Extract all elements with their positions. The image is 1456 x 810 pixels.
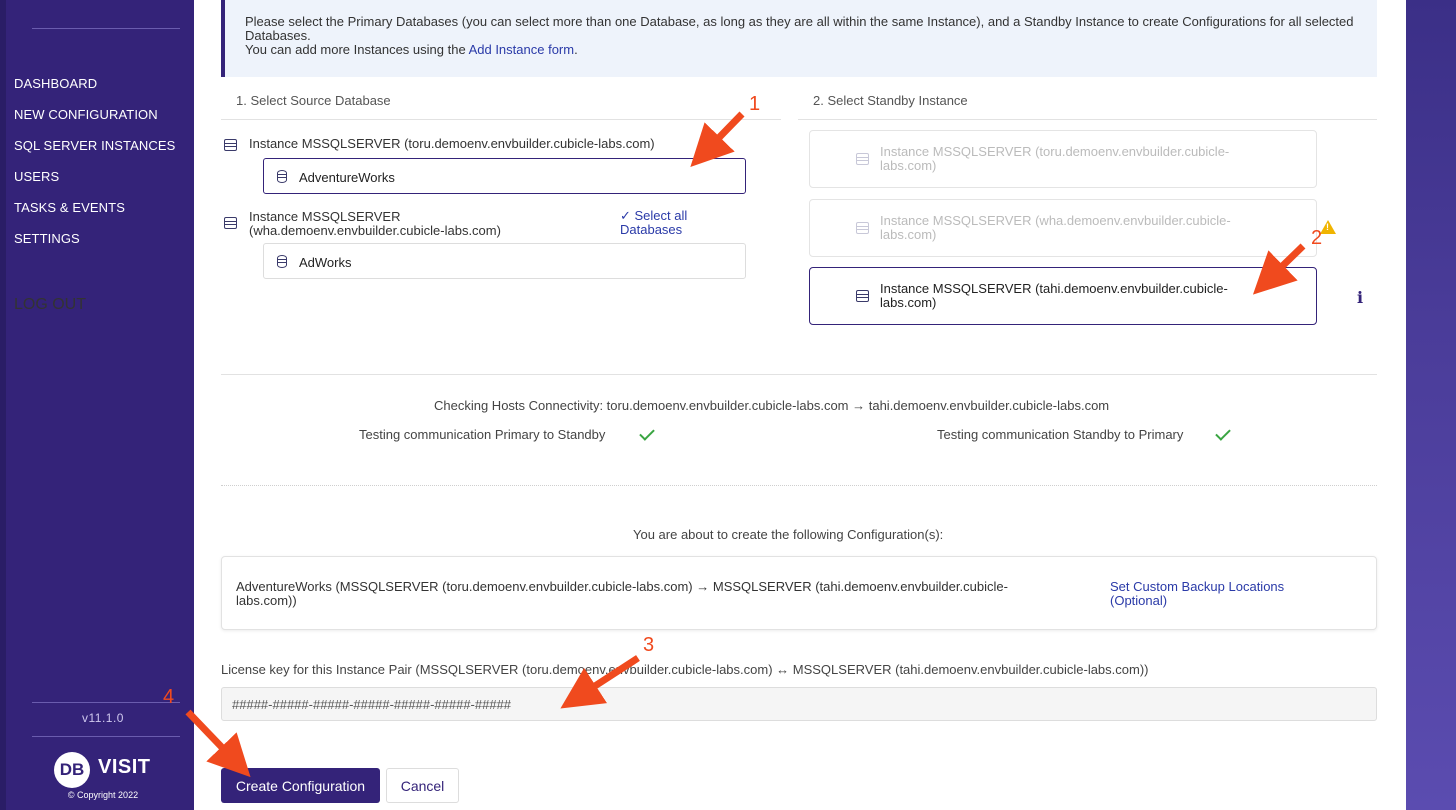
nav-tasks-events[interactable]: TASKS & EVENTS [14, 198, 175, 229]
nav-dashboard[interactable]: DASHBOARD [14, 74, 175, 105]
nav-settings[interactable]: SETTINGS [14, 229, 175, 260]
server-icon [856, 290, 869, 302]
standby-to-primary-status: Testing communication Standby to Primary [937, 427, 1184, 442]
database-option-adventureworks[interactable]: AdventureWorks [263, 158, 746, 194]
source-instance-label: Instance MSSQLSERVER (wha.demoenv.envbui… [249, 210, 501, 238]
backup-link-line2: (Optional) [1110, 593, 1168, 608]
configuration-desc-line2: labs.com)) [236, 593, 297, 608]
annotation-number: 3 [643, 634, 655, 656]
background-panel [1406, 0, 1456, 810]
nav-logout[interactable]: LOG OUT [14, 296, 86, 314]
warning-icon[interactable]: ! [1320, 220, 1336, 234]
create-configuration-button[interactable]: Create Configuration [221, 768, 380, 803]
database-option-adworks[interactable]: AdWorks [263, 243, 746, 279]
info-icon[interactable]: i [1357, 288, 1363, 307]
database-name: AdventureWorks [299, 170, 395, 185]
annotation-number: 4 [163, 686, 175, 708]
info-line2-suffix: . [574, 42, 578, 57]
info-line1: Please select the Primary Databases (you… [245, 14, 1354, 43]
license-key-label: License key for this Instance Pair (MSSQ… [221, 662, 1149, 677]
standby-label-line1: Instance MSSQLSERVER (wha.demoenv.envbui… [880, 213, 1231, 228]
cancel-button[interactable]: Cancel [386, 768, 459, 803]
server-icon [856, 222, 869, 234]
add-instance-link[interactable]: Add Instance form [469, 42, 575, 57]
select-all-line1: ✓ Select all [620, 208, 688, 223]
sidebar-nav: DASHBOARD NEW CONFIGURATION SQL SERVER I… [14, 74, 175, 260]
source-instance-line1: Instance MSSQLSERVER [249, 209, 401, 224]
nav-new-configuration[interactable]: NEW CONFIGURATION [14, 105, 175, 136]
divider [221, 485, 1377, 486]
logo-initials: DB [54, 752, 90, 788]
standby-label: Instance MSSQLSERVER (tahi.demoenv.envbu… [880, 282, 1260, 310]
standby-label: Instance MSSQLSERVER (wha.demoenv.envbui… [880, 214, 1260, 242]
source-step-label: 1. Select Source Database [236, 93, 391, 108]
server-icon [856, 153, 869, 165]
configuration-card: AdventureWorks (MSSQLSERVER (toru.demoen… [221, 556, 1377, 630]
info-line2-prefix: You can add more Instances using the [245, 42, 469, 57]
standby-label: Instance MSSQLSERVER (toru.demoenv.envbu… [880, 145, 1260, 173]
check-icon [639, 425, 655, 441]
info-line2: You can add more Instances using the Add… [245, 43, 1357, 57]
standby-step-label: 2. Select Standby Instance [813, 93, 968, 108]
backup-link-line1: Set Custom Backup Locations [1110, 579, 1285, 594]
configuration-desc-line1: AdventureWorks (MSSQLSERVER (toru.demoen… [236, 579, 1008, 594]
standby-label-line2: labs.com) [880, 295, 937, 310]
database-icon [277, 255, 287, 268]
standby-option-tahi[interactable]: Instance MSSQLSERVER (tahi.demoenv.envbu… [809, 267, 1317, 325]
configuration-heading: You are about to create the following Co… [633, 527, 944, 542]
server-icon [224, 217, 237, 229]
select-all-databases-link[interactable]: ✓ Select all Databases [620, 209, 687, 237]
divider [221, 374, 1377, 375]
annotation-number: 1 [749, 93, 761, 115]
configuration-description: AdventureWorks (MSSQLSERVER (toru.demoen… [236, 580, 1066, 608]
source-instance-label: Instance MSSQLSERVER (toru.demoenv.envbu… [249, 136, 655, 151]
select-all-line2: Databases [620, 222, 683, 237]
connectivity-heading: Checking Hosts Connectivity: toru.demoen… [434, 398, 1110, 413]
divider [798, 119, 1377, 120]
logo-word: VISIT [98, 756, 151, 778]
sidebar-divider [32, 736, 180, 737]
nav-sql-server-instances[interactable]: SQL SERVER INSTANCES [14, 136, 175, 167]
source-instance-line2: (wha.demoenv.envbuilder.cubicle-labs.com… [249, 223, 501, 238]
standby-label-line2: labs.com) [880, 158, 937, 173]
license-key-input[interactable] [221, 687, 1377, 721]
annotation-number: 2 [1311, 227, 1323, 249]
standby-label-line1: Instance MSSQLSERVER (toru.demoenv.envbu… [880, 144, 1230, 159]
warning-glyph: ! [1326, 222, 1329, 232]
standby-label-line2: labs.com) [880, 227, 937, 242]
sidebar-divider [32, 28, 180, 29]
standby-option-toru[interactable]: Instance MSSQLSERVER (toru.demoenv.envbu… [809, 130, 1317, 188]
database-name: AdWorks [299, 255, 352, 270]
standby-option-wha[interactable]: Instance MSSQLSERVER (wha.demoenv.envbui… [809, 199, 1317, 257]
database-icon [277, 170, 287, 183]
sidebar-divider [32, 702, 180, 703]
copyright: © Copyright 2022 [67, 790, 139, 800]
standby-label-line1: Instance MSSQLSERVER (tahi.demoenv.envbu… [880, 281, 1228, 296]
nav-users[interactable]: USERS [14, 167, 175, 198]
check-icon [1215, 425, 1231, 441]
version-label: v11.1.0 [82, 711, 124, 725]
server-icon [224, 139, 237, 151]
primary-to-standby-status: Testing communication Primary to Standby [359, 427, 606, 442]
divider [221, 119, 781, 120]
set-custom-backup-locations-link[interactable]: Set Custom Backup Locations (Optional) [1110, 580, 1340, 608]
info-banner: Please select the Primary Databases (you… [221, 0, 1377, 77]
main-content: Please select the Primary Databases (you… [194, 0, 1406, 810]
dbvisit-logo[interactable]: DB VISIT [54, 750, 164, 788]
